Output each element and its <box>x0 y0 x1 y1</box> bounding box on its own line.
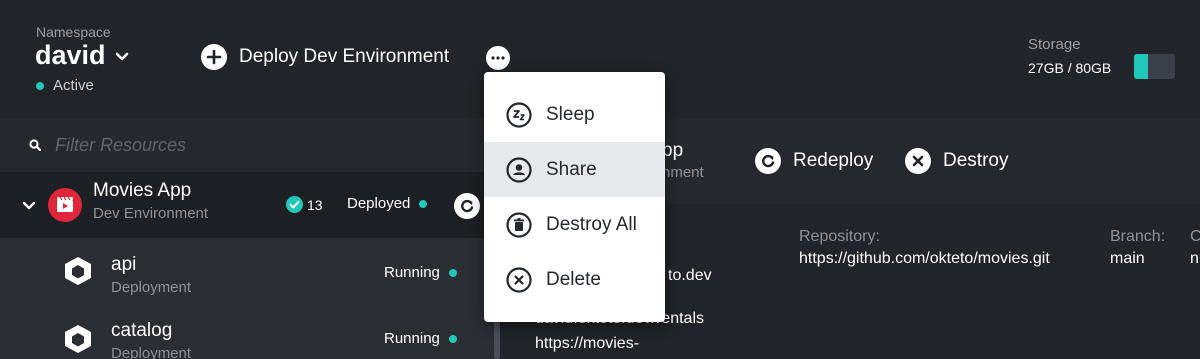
namespace-status: Active <box>36 77 94 94</box>
app-status-text: Deployed <box>347 195 411 212</box>
collapse-chevron-icon[interactable] <box>22 198 36 212</box>
deployment-cube-icon <box>64 324 92 354</box>
branch-label: Branch: <box>1110 228 1166 245</box>
resource-status-text: Running <box>384 330 440 347</box>
resource-row[interactable]: api Deployment Running <box>0 238 500 304</box>
namespace-status-text: Active <box>53 77 94 94</box>
menu-item-delete[interactable]: Delete <box>484 252 665 307</box>
storage-label: Storage <box>1028 36 1081 53</box>
app-status: Deployed <box>347 195 428 212</box>
more-options-button[interactable] <box>486 46 510 70</box>
ready-count: 13 <box>286 196 323 213</box>
resources-sidebar: Filter Resources Movies App Dev Environm… <box>0 118 500 359</box>
endpoint-link[interactable]: https://movies- <box>535 335 639 353</box>
chevron-down-icon <box>114 48 130 64</box>
endpoint-link[interactable]: to.dev <box>668 267 712 285</box>
storage-bar-fill <box>1134 54 1148 79</box>
trash-icon <box>506 211 532 238</box>
ready-count-text: 13 <box>307 196 323 213</box>
namespace-name: david <box>35 40 106 70</box>
resource-subtitle: Deployment <box>111 345 192 359</box>
plus-circle-icon <box>201 44 227 70</box>
resource-status: Running <box>384 264 457 281</box>
repository-link[interactable]: https://github.com/okteto/movies.git <box>799 250 1050 268</box>
app-subtitle: Dev Environment <box>93 205 209 222</box>
close-circle-icon <box>905 148 931 174</box>
user-icon <box>506 156 532 183</box>
environment-title: pp <box>662 140 684 161</box>
sleep-icon <box>506 101 532 128</box>
storage-value: 27GB / 80GB <box>1028 60 1112 76</box>
app-title: Movies App <box>93 180 192 201</box>
branch-value: main <box>1110 250 1145 267</box>
close-circle-icon <box>506 266 532 293</box>
menu-item-sleep[interactable]: Sleep <box>484 87 665 142</box>
menu-item-label: Sleep <box>546 103 595 125</box>
filter-placeholder: Filter Resources <box>55 134 187 155</box>
refresh-icon <box>755 148 781 174</box>
deployment-cube-icon <box>64 256 92 286</box>
options-menu: Sleep Share Destroy All Delete <box>484 72 665 322</box>
menu-item-destroy-all[interactable]: Destroy All <box>484 197 665 252</box>
redeploy-app-button[interactable] <box>454 193 480 219</box>
filter-resources-input[interactable]: Filter Resources <box>0 118 500 172</box>
status-dot <box>36 81 44 90</box>
repository-label: Repository: <box>799 228 880 245</box>
namespace-selector[interactable]: david <box>35 40 130 71</box>
resource-status: Running <box>384 330 457 347</box>
storage-bar <box>1134 54 1175 79</box>
resource-status-text: Running <box>384 264 440 281</box>
status-dot <box>448 268 457 277</box>
resource-title: api <box>111 254 137 275</box>
redeploy-label: Redeploy <box>793 150 874 171</box>
destroy-label: Destroy <box>943 150 1009 171</box>
menu-item-label: Share <box>546 158 597 180</box>
menu-item-label: Delete <box>546 268 601 290</box>
deploy-dev-environment-button[interactable]: Deploy Dev Environment <box>201 44 449 70</box>
redeploy-button[interactable]: Redeploy <box>755 148 873 174</box>
destroy-button[interactable]: Destroy <box>905 148 1008 174</box>
check-circle-icon <box>286 196 303 213</box>
ellipsis-icon <box>491 56 505 60</box>
status-dot <box>419 199 428 208</box>
deploy-label: Deploy Dev Environment <box>239 46 450 67</box>
search-icon <box>29 139 41 151</box>
environment-subtitle: nment <box>662 164 704 181</box>
resource-row[interactable]: catalog Deployment Running <box>0 304 500 359</box>
menu-item-share[interactable]: Share <box>484 142 665 197</box>
status-dot <box>448 334 457 343</box>
app-row[interactable]: Movies App Dev Environment 13 Deployed <box>0 172 500 238</box>
movies-app-icon <box>48 188 82 222</box>
menu-item-label: Destroy All <box>546 213 637 235</box>
resource-subtitle: Deployment <box>111 279 192 296</box>
resource-title: catalog <box>111 320 173 341</box>
extra-value: n <box>1190 250 1199 267</box>
extra-label: C <box>1190 228 1200 245</box>
namespace-label: Namespace <box>36 24 111 40</box>
